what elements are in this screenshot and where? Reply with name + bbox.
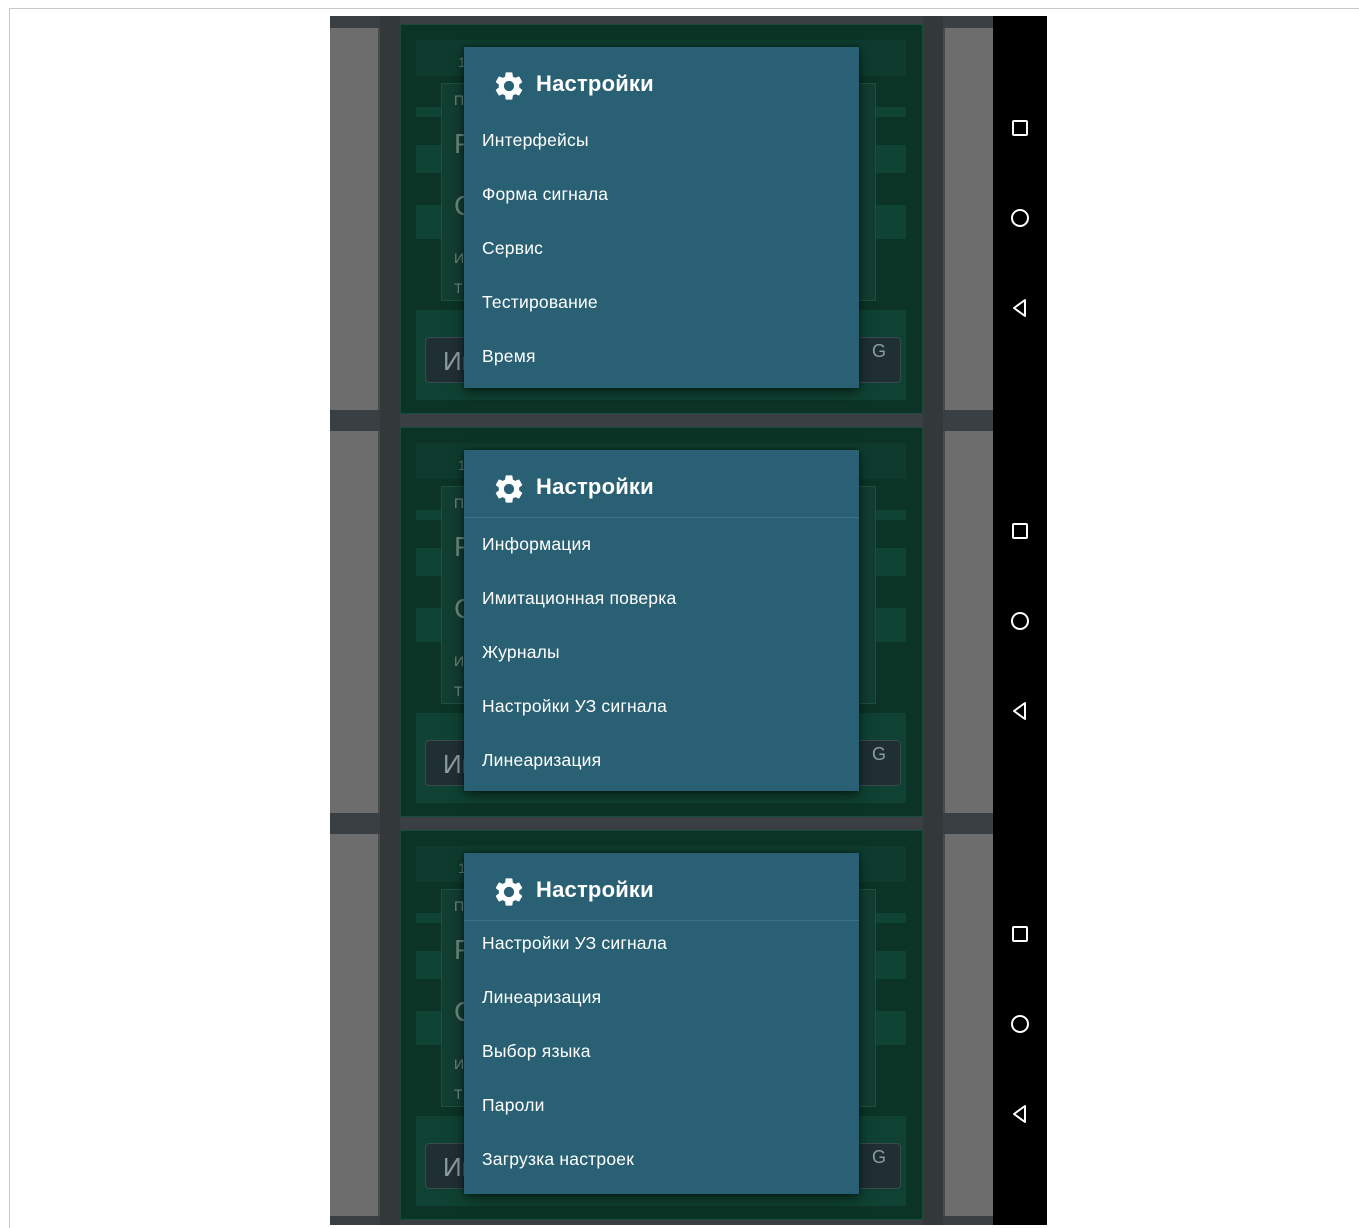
menu-item-us-signal-settings[interactable]: Настройки УЗ сигнала — [464, 680, 859, 734]
panel-label: П — [454, 495, 465, 511]
gear-icon — [492, 472, 526, 506]
recent-apps-icon[interactable] — [1008, 116, 1032, 140]
left-gutter — [380, 822, 400, 1225]
screenshot-stack: 1 П Р С И Т Ин G Настройки — [330, 16, 1047, 1226]
panel-label: Т — [454, 280, 463, 296]
left-side-panel — [330, 431, 380, 813]
right-side-panel — [943, 431, 993, 813]
panel-label: И — [454, 1056, 465, 1072]
panel-label: П — [454, 92, 465, 108]
back-icon[interactable] — [1008, 1102, 1032, 1126]
dialog-header: Настройки — [464, 47, 859, 115]
right-gutter — [923, 419, 943, 822]
left-side-panel — [330, 834, 380, 1216]
recent-apps-icon[interactable] — [1008, 519, 1032, 543]
recent-apps-icon[interactable] — [1008, 922, 1032, 946]
menu-item-passwords[interactable]: Пароли — [464, 1083, 859, 1137]
menu-item-service[interactable]: Сервис — [464, 222, 859, 276]
dialog-title: Настройки — [536, 877, 654, 902]
menu-item-time[interactable]: Время — [464, 330, 859, 384]
android-navbar — [993, 822, 1047, 1225]
settings-dialog: Настройки Информация Имитационная поверк… — [464, 450, 859, 791]
menu-item-load-settings[interactable]: Загрузка настроек — [464, 1137, 859, 1191]
left-gutter — [380, 419, 400, 822]
dialog-header: Настройки — [464, 853, 859, 921]
panel-label: И — [454, 653, 465, 669]
menu-item-testing[interactable]: Тестирование — [464, 276, 859, 330]
dialog-title: Настройки — [536, 71, 654, 96]
panel-label: Т — [454, 683, 463, 699]
android-navbar — [993, 16, 1047, 419]
left-border-line — [9, 8, 10, 1228]
right-side-panel — [943, 834, 993, 1216]
back-icon[interactable] — [1008, 296, 1032, 320]
settings-menu-list: Интерфейсы Форма сигнала Сервис Тестиров… — [464, 114, 859, 384]
panel-label: П — [454, 898, 465, 914]
settings-menu-list: Информация Имитационная поверка Журналы … — [464, 518, 859, 788]
panel-label: И — [454, 250, 465, 266]
menu-item-us-signal-settings[interactable]: Настройки УЗ сигнала — [464, 921, 859, 975]
settings-dialog: Настройки Интерфейсы Форма сигнала Серви… — [464, 47, 859, 388]
right-gutter — [923, 822, 943, 1225]
settings-menu-list: Настройки УЗ сигнала Линеаризация Выбор … — [464, 921, 859, 1191]
right-gutter — [923, 16, 943, 419]
settings-dialog: Настройки Настройки УЗ сигнала Линеариза… — [464, 853, 859, 1194]
left-side-panel — [330, 28, 380, 410]
right-side-panel — [943, 28, 993, 410]
home-icon[interactable] — [1008, 609, 1032, 633]
panel-label: Т — [454, 1086, 463, 1102]
menu-item-linearization[interactable]: Линеаризация — [464, 975, 859, 1029]
phone-screen-1: 1 П Р С И Т Ин G Настройки — [330, 16, 1047, 419]
home-icon[interactable] — [1008, 1012, 1032, 1036]
menu-item-signal-form[interactable]: Форма сигнала — [464, 168, 859, 222]
menu-item-interfaces[interactable]: Интерфейсы — [464, 114, 859, 168]
menu-item-linearization[interactable]: Линеаризация — [464, 734, 859, 788]
gear-icon — [492, 69, 526, 103]
gear-icon — [492, 875, 526, 909]
back-icon[interactable] — [1008, 699, 1032, 723]
menu-item-information[interactable]: Информация — [464, 518, 859, 572]
dialog-title: Настройки — [536, 474, 654, 499]
phone-screen-2: 1 П Р С И Т Ин G Настройки — [330, 419, 1047, 822]
dialog-header: Настройки — [464, 450, 859, 518]
home-icon[interactable] — [1008, 206, 1032, 230]
menu-item-logs[interactable]: Журналы — [464, 626, 859, 680]
android-navbar — [993, 419, 1047, 822]
top-border-line — [9, 8, 1359, 9]
phone-screen-3: 1 П Р С И Т Ин G Настройки — [330, 822, 1047, 1225]
left-gutter — [380, 16, 400, 419]
menu-item-language[interactable]: Выбор языка — [464, 1029, 859, 1083]
menu-item-simulation-check[interactable]: Имитационная поверка — [464, 572, 859, 626]
